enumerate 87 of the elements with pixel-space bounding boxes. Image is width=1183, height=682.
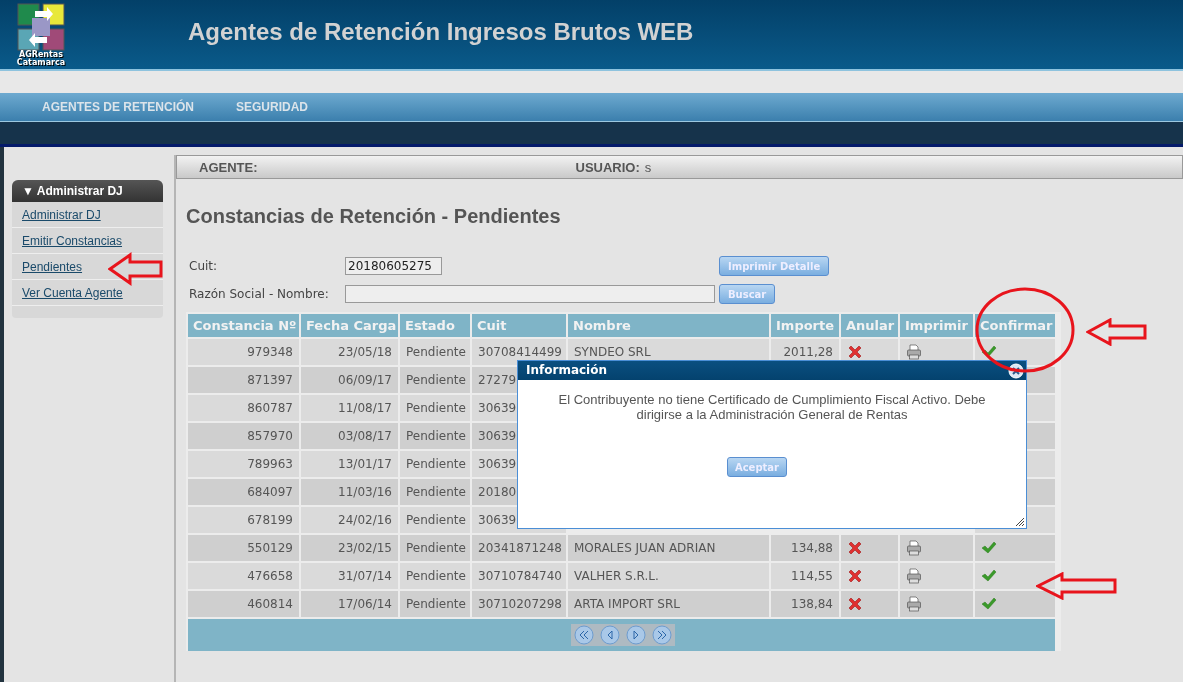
- table-cell: VALHER S.R.L.: [568, 563, 769, 589]
- logo-text: Catamarca: [16, 58, 66, 67]
- table-cell: 138,84: [771, 591, 839, 617]
- table-cell: 30710207298: [472, 591, 566, 617]
- last-page-icon[interactable]: [652, 625, 672, 645]
- name-label: Razón Social - Nombre:: [188, 287, 330, 301]
- table-cell: Pendiente: [400, 591, 470, 617]
- table-cell: Pendiente: [400, 535, 470, 561]
- delete-icon[interactable]: [847, 344, 863, 360]
- table-cell: 03/08/17: [301, 423, 398, 449]
- sidebar-link[interactable]: Administrar DJ: [22, 207, 101, 222]
- nav-menu-item[interactable]: SEGURIDAD: [236, 100, 309, 114]
- logo-text: AGRentas: [19, 50, 63, 59]
- table-cell: Pendiente: [400, 507, 470, 533]
- name-field[interactable]: [345, 285, 715, 303]
- table-cell: 31/07/14: [301, 563, 398, 589]
- table-cell: 30710784740: [472, 563, 566, 589]
- table-cell: 134,88: [771, 535, 839, 561]
- table-cell: 13/01/17: [301, 451, 398, 477]
- table-cell: 979348: [188, 339, 299, 365]
- column-header[interactable]: Nombre: [568, 314, 769, 337]
- agent-label: AGENTE:: [199, 159, 258, 175]
- table-cell: 684097: [188, 479, 299, 505]
- user-value: s: [644, 159, 652, 175]
- table-cell: 114,55: [771, 563, 839, 589]
- sidebar-link[interactable]: Emitir Constancias: [22, 233, 123, 248]
- table-cell: Pendiente: [400, 339, 470, 365]
- resize-grip-icon[interactable]: [1015, 517, 1025, 527]
- column-header[interactable]: Imprimir: [900, 314, 973, 337]
- nav-menu-item[interactable]: AGENTES DE RETENCIÓN: [42, 100, 194, 114]
- table-cell: Pendiente: [400, 563, 470, 589]
- table-cell: 17/06/14: [301, 591, 398, 617]
- sidebar-link[interactable]: Ver Cuenta Agente: [22, 285, 123, 300]
- table-cell: MORALES JUAN ADRIAN: [568, 535, 769, 561]
- printer-icon[interactable]: [906, 596, 922, 612]
- table-cell: 23/05/18: [301, 339, 398, 365]
- sidebar-header: ▼ Administrar DJ: [12, 180, 163, 202]
- first-page-icon[interactable]: [574, 625, 594, 645]
- user-label: USUARIO:: [575, 159, 640, 175]
- column-header[interactable]: Importe: [771, 314, 839, 337]
- print-detail-button[interactable]: Imprimir Detalle: [719, 256, 830, 276]
- table-cell: Pendiente: [400, 451, 470, 477]
- table-cell: 860787: [188, 395, 299, 421]
- app-title: Agentes de Retención Ingresos Brutos WEB: [188, 17, 694, 46]
- table-cell: 06/09/17: [301, 367, 398, 393]
- printer-icon[interactable]: [906, 540, 922, 556]
- table-cell: 476658: [188, 563, 299, 589]
- table-cell: 11/08/17: [301, 395, 398, 421]
- logo-icon: [17, 2, 65, 51]
- cuit-label: Cuit:: [188, 259, 219, 273]
- table-cell: 857970: [188, 423, 299, 449]
- column-header[interactable]: Anular: [841, 314, 898, 337]
- printer-icon[interactable]: [906, 344, 922, 360]
- table-cell: 460814: [188, 591, 299, 617]
- close-icon[interactable]: [1008, 362, 1024, 379]
- delete-icon[interactable]: [847, 596, 863, 612]
- delete-icon[interactable]: [847, 568, 863, 584]
- printer-icon[interactable]: [906, 568, 922, 584]
- table-cell: 20341871248: [472, 535, 566, 561]
- table-cell: ARTA IMPORT SRL: [568, 591, 769, 617]
- table-cell: 789963: [188, 451, 299, 477]
- page-title: Constancias de Retención - Pendientes: [186, 205, 562, 228]
- search-button[interactable]: Buscar: [719, 284, 776, 304]
- column-header[interactable]: Fecha Carga: [301, 314, 398, 337]
- column-header[interactable]: Cuit: [472, 314, 566, 337]
- table-cell: 23/02/15: [301, 535, 398, 561]
- annotation-arrow: [108, 252, 164, 286]
- table-cell: 24/02/16: [301, 507, 398, 533]
- delete-icon[interactable]: [847, 540, 863, 556]
- cuit-field[interactable]: 20180605275: [345, 257, 442, 275]
- table-cell: 871397: [188, 367, 299, 393]
- table-cell: 550129: [188, 535, 299, 561]
- table-cell: Pendiente: [400, 479, 470, 505]
- check-icon[interactable]: [981, 541, 997, 555]
- column-header[interactable]: Confirmar: [975, 314, 1055, 337]
- annotation-arrow: [1086, 318, 1148, 346]
- table-cell: Pendiente: [400, 395, 470, 421]
- check-icon[interactable]: [981, 569, 997, 583]
- column-header[interactable]: Constancia Nº: [188, 314, 299, 337]
- check-icon[interactable]: [981, 597, 997, 611]
- table-cell: Pendiente: [400, 423, 470, 449]
- accept-button[interactable]: Aceptar: [726, 457, 788, 477]
- table-cell: Pendiente: [400, 367, 470, 393]
- table-cell: 678199: [188, 507, 299, 533]
- sidebar-link[interactable]: Pendientes: [22, 259, 83, 274]
- column-header[interactable]: Estado: [400, 314, 470, 337]
- table-cell: 11/03/16: [301, 479, 398, 505]
